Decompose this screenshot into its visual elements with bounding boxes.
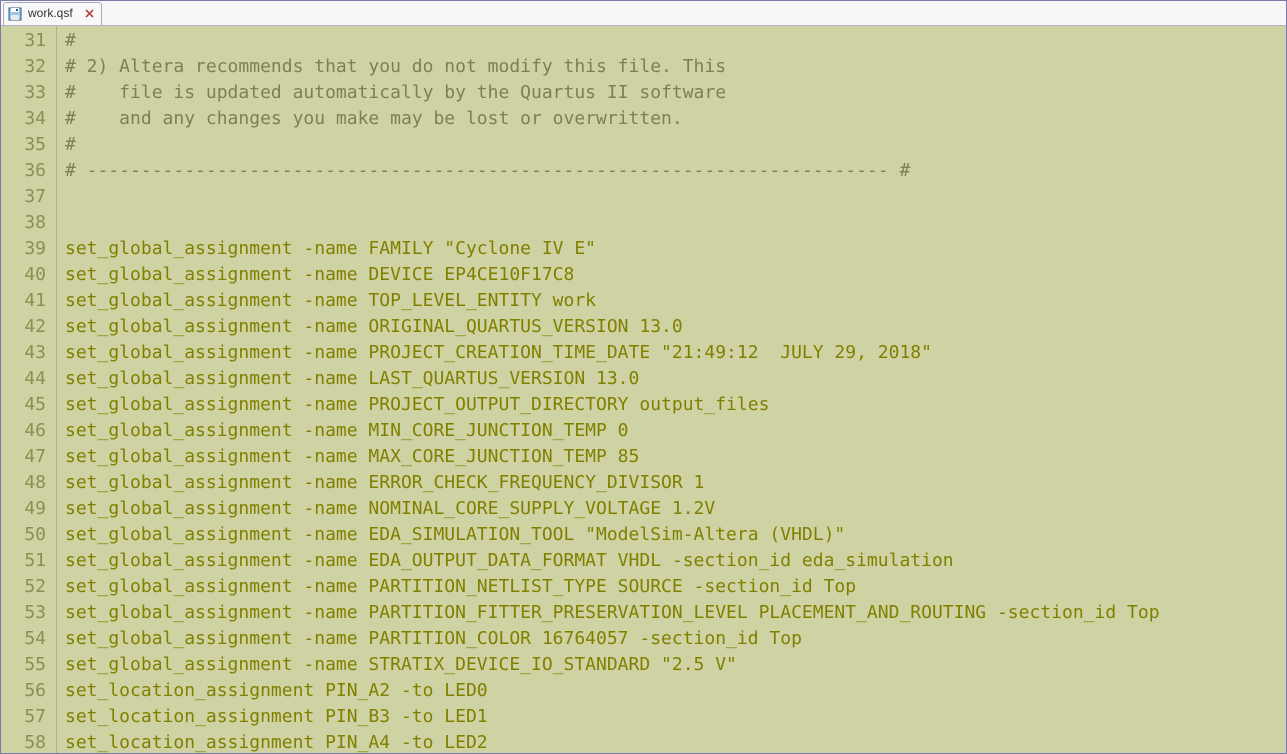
code-line[interactable]: set_location_assignment PIN_B3 -to LED1 [65,704,1286,730]
line-number: 50 [1,522,56,548]
code-line[interactable]: set_global_assignment -name EDA_OUTPUT_D… [65,548,1286,574]
line-number: 38 [1,210,56,236]
code-line[interactable]: set_global_assignment -name EDA_SIMULATI… [65,522,1286,548]
line-number: 45 [1,392,56,418]
line-number: 41 [1,288,56,314]
line-number-gutter: 3132333435363738394041424344454647484950… [1,26,57,753]
code-line[interactable]: set_location_assignment PIN_A4 -to LED2 [65,730,1286,753]
save-disk-icon [8,7,22,21]
line-number: 37 [1,184,56,210]
line-number: 54 [1,626,56,652]
code-line[interactable]: set_global_assignment -name ERROR_CHECK_… [65,470,1286,496]
line-number: 32 [1,54,56,80]
code-line[interactable]: # file is updated automatically by the Q… [65,80,1286,106]
code-editor[interactable]: 3132333435363738394041424344454647484950… [1,26,1286,753]
line-number: 57 [1,704,56,730]
line-number: 42 [1,314,56,340]
code-line[interactable]: # and any changes you make may be lost o… [65,106,1286,132]
code-line[interactable]: # 2) Altera recommends that you do not m… [65,54,1286,80]
code-line[interactable]: set_global_assignment -name ORIGINAL_QUA… [65,314,1286,340]
code-line[interactable]: set_global_assignment -name PROJECT_CREA… [65,340,1286,366]
line-number: 47 [1,444,56,470]
code-line[interactable]: set_global_assignment -name TOP_LEVEL_EN… [65,288,1286,314]
line-number: 58 [1,730,56,753]
line-number: 34 [1,106,56,132]
code-line[interactable]: set_global_assignment -name MIN_CORE_JUN… [65,418,1286,444]
line-number: 55 [1,652,56,678]
line-number: 48 [1,470,56,496]
line-number: 39 [1,236,56,262]
code-line[interactable] [65,210,1286,236]
line-number: 40 [1,262,56,288]
line-number: 51 [1,548,56,574]
line-number: 53 [1,600,56,626]
code-line[interactable]: set_global_assignment -name PROJECT_OUTP… [65,392,1286,418]
code-line[interactable] [65,184,1286,210]
line-number: 36 [1,158,56,184]
code-line[interactable]: # --------------------------------------… [65,158,1286,184]
line-number: 44 [1,366,56,392]
line-number: 35 [1,132,56,158]
editor-window: work.qsf 3132333435363738394041424344454… [0,0,1287,754]
code-line[interactable]: set_global_assignment -name PARTITION_FI… [65,600,1286,626]
close-icon[interactable] [85,9,95,19]
line-number: 56 [1,678,56,704]
code-line[interactable]: set_global_assignment -name NOMINAL_CORE… [65,496,1286,522]
code-line[interactable]: set_location_assignment PIN_A2 -to LED0 [65,678,1286,704]
line-number: 52 [1,574,56,600]
line-number: 49 [1,496,56,522]
code-line[interactable]: set_global_assignment -name LAST_QUARTUS… [65,366,1286,392]
code-line[interactable]: set_global_assignment -name STRATIX_DEVI… [65,652,1286,678]
code-area[interactable]: ## 2) Altera recommends that you do not … [57,26,1286,753]
code-line[interactable]: # [65,132,1286,158]
line-number: 31 [1,28,56,54]
tab-bar: work.qsf [1,1,1286,26]
code-line[interactable]: set_global_assignment -name PARTITION_CO… [65,626,1286,652]
code-line[interactable]: set_global_assignment -name FAMILY "Cycl… [65,236,1286,262]
code-line[interactable]: # [65,28,1286,54]
file-tab-label: work.qsf [26,6,75,22]
line-number: 33 [1,80,56,106]
code-line[interactable]: set_global_assignment -name PARTITION_NE… [65,574,1286,600]
line-number: 46 [1,418,56,444]
file-tab[interactable]: work.qsf [3,2,102,25]
code-line[interactable]: set_global_assignment -name DEVICE EP4CE… [65,262,1286,288]
code-line[interactable]: set_global_assignment -name MAX_CORE_JUN… [65,444,1286,470]
line-number: 43 [1,340,56,366]
